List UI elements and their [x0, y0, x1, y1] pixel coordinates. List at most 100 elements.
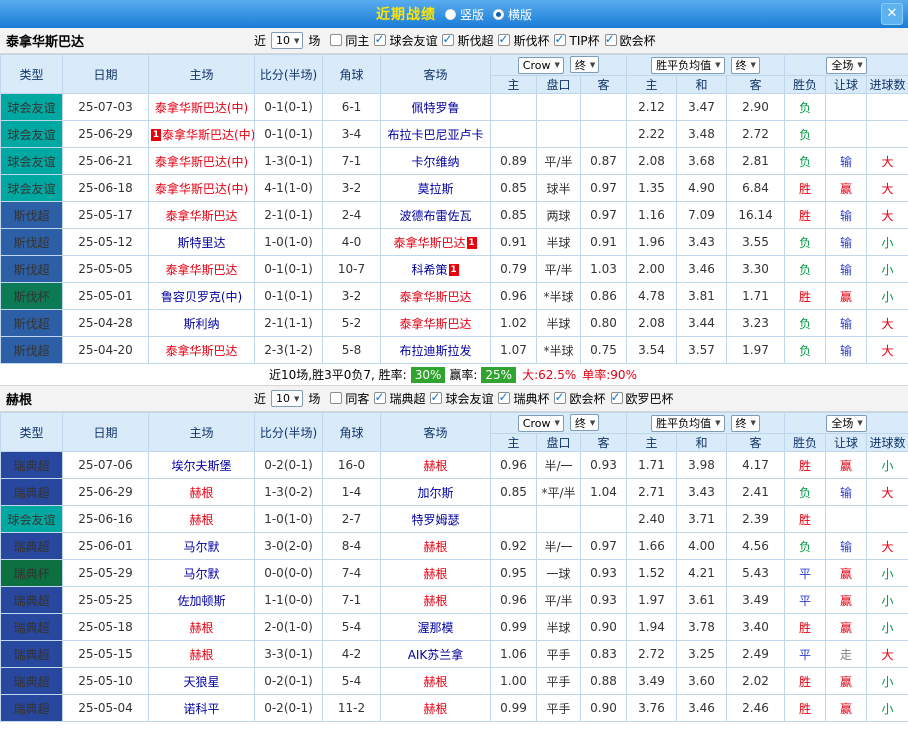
home-team-cell: 马尔默: [149, 533, 255, 560]
checkbox-icon[interactable]: [430, 392, 442, 404]
filter-checkbox[interactable]: 欧罗巴杯: [611, 390, 674, 407]
team-link[interactable]: 赫根: [189, 513, 213, 527]
team-link[interactable]: AIK苏兰拿: [408, 648, 464, 662]
team-link[interactable]: 天狼星: [183, 675, 219, 689]
team-link[interactable]: 赫根: [189, 486, 213, 500]
team-link[interactable]: 斯特里达: [177, 236, 225, 250]
team-link[interactable]: 泰拿华斯巴达(中): [162, 128, 255, 142]
select-value: Crow: [523, 417, 551, 430]
checkbox-icon[interactable]: [605, 34, 617, 46]
filter-checkbox[interactable]: 斯伐杯: [498, 32, 549, 49]
team-link[interactable]: 埃尔夫斯堡: [171, 459, 231, 473]
team-link[interactable]: 泰拿华斯巴达: [399, 290, 471, 304]
europe-mean-select[interactable]: 胜平负均值▼: [651, 415, 724, 432]
team-link[interactable]: 诺科平: [183, 702, 219, 716]
checkbox-icon[interactable]: [498, 34, 510, 46]
date-cell: 25-05-17: [63, 202, 149, 229]
team-link[interactable]: 佐加顿斯: [177, 594, 225, 608]
asia-handicap: [537, 506, 581, 533]
team-link[interactable]: 波德布雷佐瓦: [399, 209, 471, 223]
filter-checkbox[interactable]: 同客: [330, 390, 369, 407]
bookmaker-select[interactable]: Crow▼: [518, 57, 564, 74]
checkbox-icon[interactable]: [498, 392, 510, 404]
checkbox-icon[interactable]: [611, 392, 623, 404]
team-link[interactable]: 斯利纳: [183, 317, 219, 331]
asia-final-select[interactable]: 终▼: [570, 414, 599, 431]
date-cell: 25-07-03: [63, 94, 149, 121]
team-link[interactable]: 泰拿华斯巴达: [399, 317, 471, 331]
table-row: 瑞典超25-05-18赫根2-0(1-0)5-4渥那模0.99半球0.901.9…: [1, 614, 908, 641]
team-link[interactable]: 渥那模: [417, 621, 453, 635]
full-match-header: 全场▼: [785, 55, 908, 76]
filter-checkbox[interactable]: 瑞典杯: [498, 390, 549, 407]
bookmaker-select[interactable]: Crow▼: [518, 415, 564, 432]
full-result-cell: 负: [785, 148, 826, 175]
filter-checkbox[interactable]: TIP杯: [554, 32, 599, 49]
checkbox-icon[interactable]: [374, 34, 386, 46]
team-link[interactable]: 赫根: [423, 702, 447, 716]
team-link[interactable]: 布拉迪斯拉发: [399, 344, 471, 358]
europe-mean-select[interactable]: 胜平负均值▼: [651, 57, 724, 74]
checkbox-icon[interactable]: [554, 392, 566, 404]
match-count-select[interactable]: 10 ▼: [271, 32, 303, 49]
table-row: 瑞典超25-06-01马尔默3-0(2-0)8-4赫根0.92半/一0.971.…: [1, 533, 908, 560]
select-value: 全场: [831, 57, 853, 73]
view-option-horizontal[interactable]: 横版: [493, 6, 532, 23]
filter-checkbox[interactable]: 斯伐超: [442, 32, 493, 49]
filter-checkbox[interactable]: 欧会杯: [605, 32, 656, 49]
scope-select[interactable]: 全场▼: [826, 415, 866, 432]
checkbox-icon[interactable]: [330, 392, 342, 404]
team-link[interactable]: 赫根: [423, 594, 447, 608]
team-link[interactable]: 赫根: [423, 567, 447, 581]
team-link[interactable]: 赫根: [423, 675, 447, 689]
team-link[interactable]: 赫根: [189, 621, 213, 635]
full-result-cell: 负: [785, 337, 826, 364]
checkbox-icon[interactable]: [554, 34, 566, 46]
team-link[interactable]: 鲁容贝罗克(中): [161, 290, 242, 304]
handicap-result-cell: [826, 121, 867, 148]
team-link[interactable]: 赫根: [189, 648, 213, 662]
match-count-select[interactable]: 10 ▼: [271, 390, 303, 407]
checkbox-icon[interactable]: [330, 34, 342, 46]
view-option-vertical[interactable]: 竖版: [445, 6, 484, 23]
team-link[interactable]: 科希策: [411, 263, 447, 277]
filter-checkbox[interactable]: 欧会杯: [554, 390, 605, 407]
europe-final-select[interactable]: 终▼: [731, 415, 760, 432]
team-link[interactable]: 泰拿华斯巴达: [165, 209, 237, 223]
score-cell: 1-1(0-0): [255, 587, 323, 614]
team-link[interactable]: 马尔默: [183, 540, 219, 554]
team-link[interactable]: 泰拿华斯巴达(中): [155, 182, 248, 196]
team-link[interactable]: 布拉卡巴尼亚卢卡: [387, 128, 483, 142]
scope-select[interactable]: 全场▼: [826, 57, 866, 74]
team-link[interactable]: 泰拿华斯巴达(中): [155, 155, 248, 169]
team-link[interactable]: 赫根: [423, 459, 447, 473]
column-header: 日期: [63, 55, 149, 94]
team-link[interactable]: 泰拿华斯巴达: [393, 236, 465, 250]
filter-checkbox[interactable]: 瑞典超: [374, 390, 425, 407]
table-row: 球会友谊25-06-16赫根1-0(1-0)2-7特罗姆瑟2.403.712.3…: [1, 506, 908, 533]
full-result-cell: 胜: [785, 668, 826, 695]
asia-away-odds: [581, 121, 627, 148]
score-cell: 0-2(0-1): [255, 452, 323, 479]
team-link[interactable]: 特罗姆瑟: [411, 513, 459, 527]
full-result-cell: 平: [785, 560, 826, 587]
checkbox-label: 斯伐杯: [513, 32, 549, 49]
team-link[interactable]: 马尔默: [183, 567, 219, 581]
home-team-cell: 泰拿华斯巴达(中): [149, 175, 255, 202]
team-link[interactable]: 赫根: [423, 540, 447, 554]
team-link[interactable]: 泰拿华斯巴达: [165, 263, 237, 277]
team-link[interactable]: 泰拿华斯巴达: [165, 344, 237, 358]
filter-checkbox[interactable]: 球会友谊: [430, 390, 493, 407]
team-link[interactable]: 莫拉斯: [417, 182, 453, 196]
filter-checkbox[interactable]: 球会友谊: [374, 32, 437, 49]
filter-checkbox[interactable]: 同主: [330, 32, 369, 49]
checkbox-icon[interactable]: [442, 34, 454, 46]
team-link[interactable]: 佩特罗鲁: [411, 101, 459, 115]
asia-final-select[interactable]: 终▼: [570, 56, 599, 73]
close-icon[interactable]: ✕: [881, 3, 903, 25]
europe-final-select[interactable]: 终▼: [731, 57, 760, 74]
team-link[interactable]: 卡尔维纳: [411, 155, 459, 169]
checkbox-icon[interactable]: [374, 392, 386, 404]
team-link[interactable]: 泰拿华斯巴达(中): [155, 101, 248, 115]
team-link[interactable]: 加尔斯: [417, 486, 453, 500]
